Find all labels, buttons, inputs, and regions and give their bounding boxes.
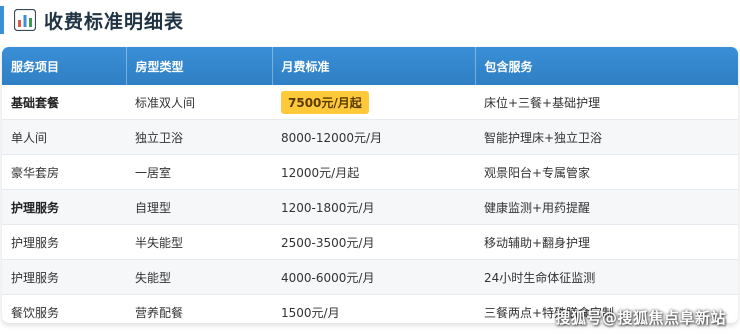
cell-room-type: 自理型 (126, 189, 272, 225)
cell-monthly-fee: 1500元/月 (281, 305, 340, 320)
cell-monthly-fee: 12000元/月起 (272, 154, 475, 190)
page-title: 收费标准明细表 (44, 11, 185, 33)
fee-table-container: 服务项目 房型类型 月费标准 包含服务 基础套餐 标准双人间 7500元/月起 床位+… (2, 47, 738, 323)
table-row: 单人间 独立卫浴 8000-12000元/月 智能护理床+独立卫浴 (2, 119, 738, 155)
table-header-row: 服务项目 房型类型 月费标准 包含服务 (2, 47, 738, 85)
table-row: 护理服务 失能型 4000-6000元/月 24小时生命体征监测 (2, 259, 738, 295)
column-header-room-type: 房型类型 (126, 47, 273, 85)
title-bar: 收费标准明细表 (0, 0, 740, 40)
table-row: 基础套餐 标准双人间 7500元/月起 床位+三餐+基础护理 (2, 85, 738, 120)
cell-service-item: 豪华套房 (2, 154, 126, 190)
cell-room-type: 半失能型 (126, 224, 272, 260)
cell-room-type: 营养配餐 (135, 305, 184, 320)
cell-included-services: 智能护理床+独立卫浴 (475, 119, 738, 155)
cell-service-item: 护理服务 (2, 259, 126, 295)
column-header-service-item: 服务项目 (2, 47, 127, 85)
cell-room-type: 失能型 (126, 259, 272, 295)
watermark-text: 搜狐号@搜狐焦点阜新站 (555, 309, 726, 327)
cell-monthly-fee: 8000-12000元/月 (272, 119, 475, 155)
cell-monthly-fee: 1200-1800元/月 (272, 189, 475, 225)
price-highlight-badge: 7500元/月起 (281, 90, 369, 114)
table-row: 护理服务 半失能型 2500-3500元/月 移动辅助+翻身护理 (2, 224, 738, 260)
cell-included-services: 健康监测+用药提醒 (475, 189, 738, 225)
table-row: 护理服务 自理型 1200-1800元/月 健康监测+用药提醒 (2, 189, 738, 225)
cell-included-services: 移动辅助+翻身护理 (475, 224, 738, 260)
cell-included-services: 24小时生命体征监测 (475, 259, 738, 295)
cell-monthly-fee: 2500-3500元/月 (272, 224, 475, 260)
title-accent-bar (0, 6, 4, 34)
cell-monthly-fee: 7500元/月起 (272, 85, 475, 120)
cell-included-services: 观景阳台+专属管家 (475, 154, 738, 190)
table-body: 基础套餐 标准双人间 7500元/月起 床位+三餐+基础护理 单人间 独立卫浴 8000-1… (2, 85, 738, 323)
cell-service-item: 护理服务 (2, 224, 126, 260)
bar-chart-icon (14, 9, 36, 31)
column-header-included-services: 包含服务 (475, 47, 738, 85)
cell-room-type: 标准双人间 (126, 85, 272, 120)
fee-table: 服务项目 房型类型 月费标准 包含服务 基础套餐 标准双人间 7500元/月起 床位+… (2, 47, 738, 323)
cell-service-item: 单人间 (2, 119, 126, 155)
cell-room-type: 一居室 (126, 154, 272, 190)
cell-service-item: 护理服务 (2, 189, 126, 225)
cell-room-type: 独立卫浴 (126, 119, 272, 155)
column-header-monthly-fee: 月费标准 (272, 47, 476, 85)
table-row: 豪华套房 一居室 12000元/月起 观景阳台+专属管家 (2, 154, 738, 190)
cell-monthly-fee: 4000-6000元/月 (272, 259, 475, 295)
cell-included-services: 床位+三餐+基础护理 (475, 85, 738, 120)
cell-service-item: 基础套餐 (2, 85, 126, 120)
cell-service-item: 餐饮服务 (11, 305, 60, 320)
